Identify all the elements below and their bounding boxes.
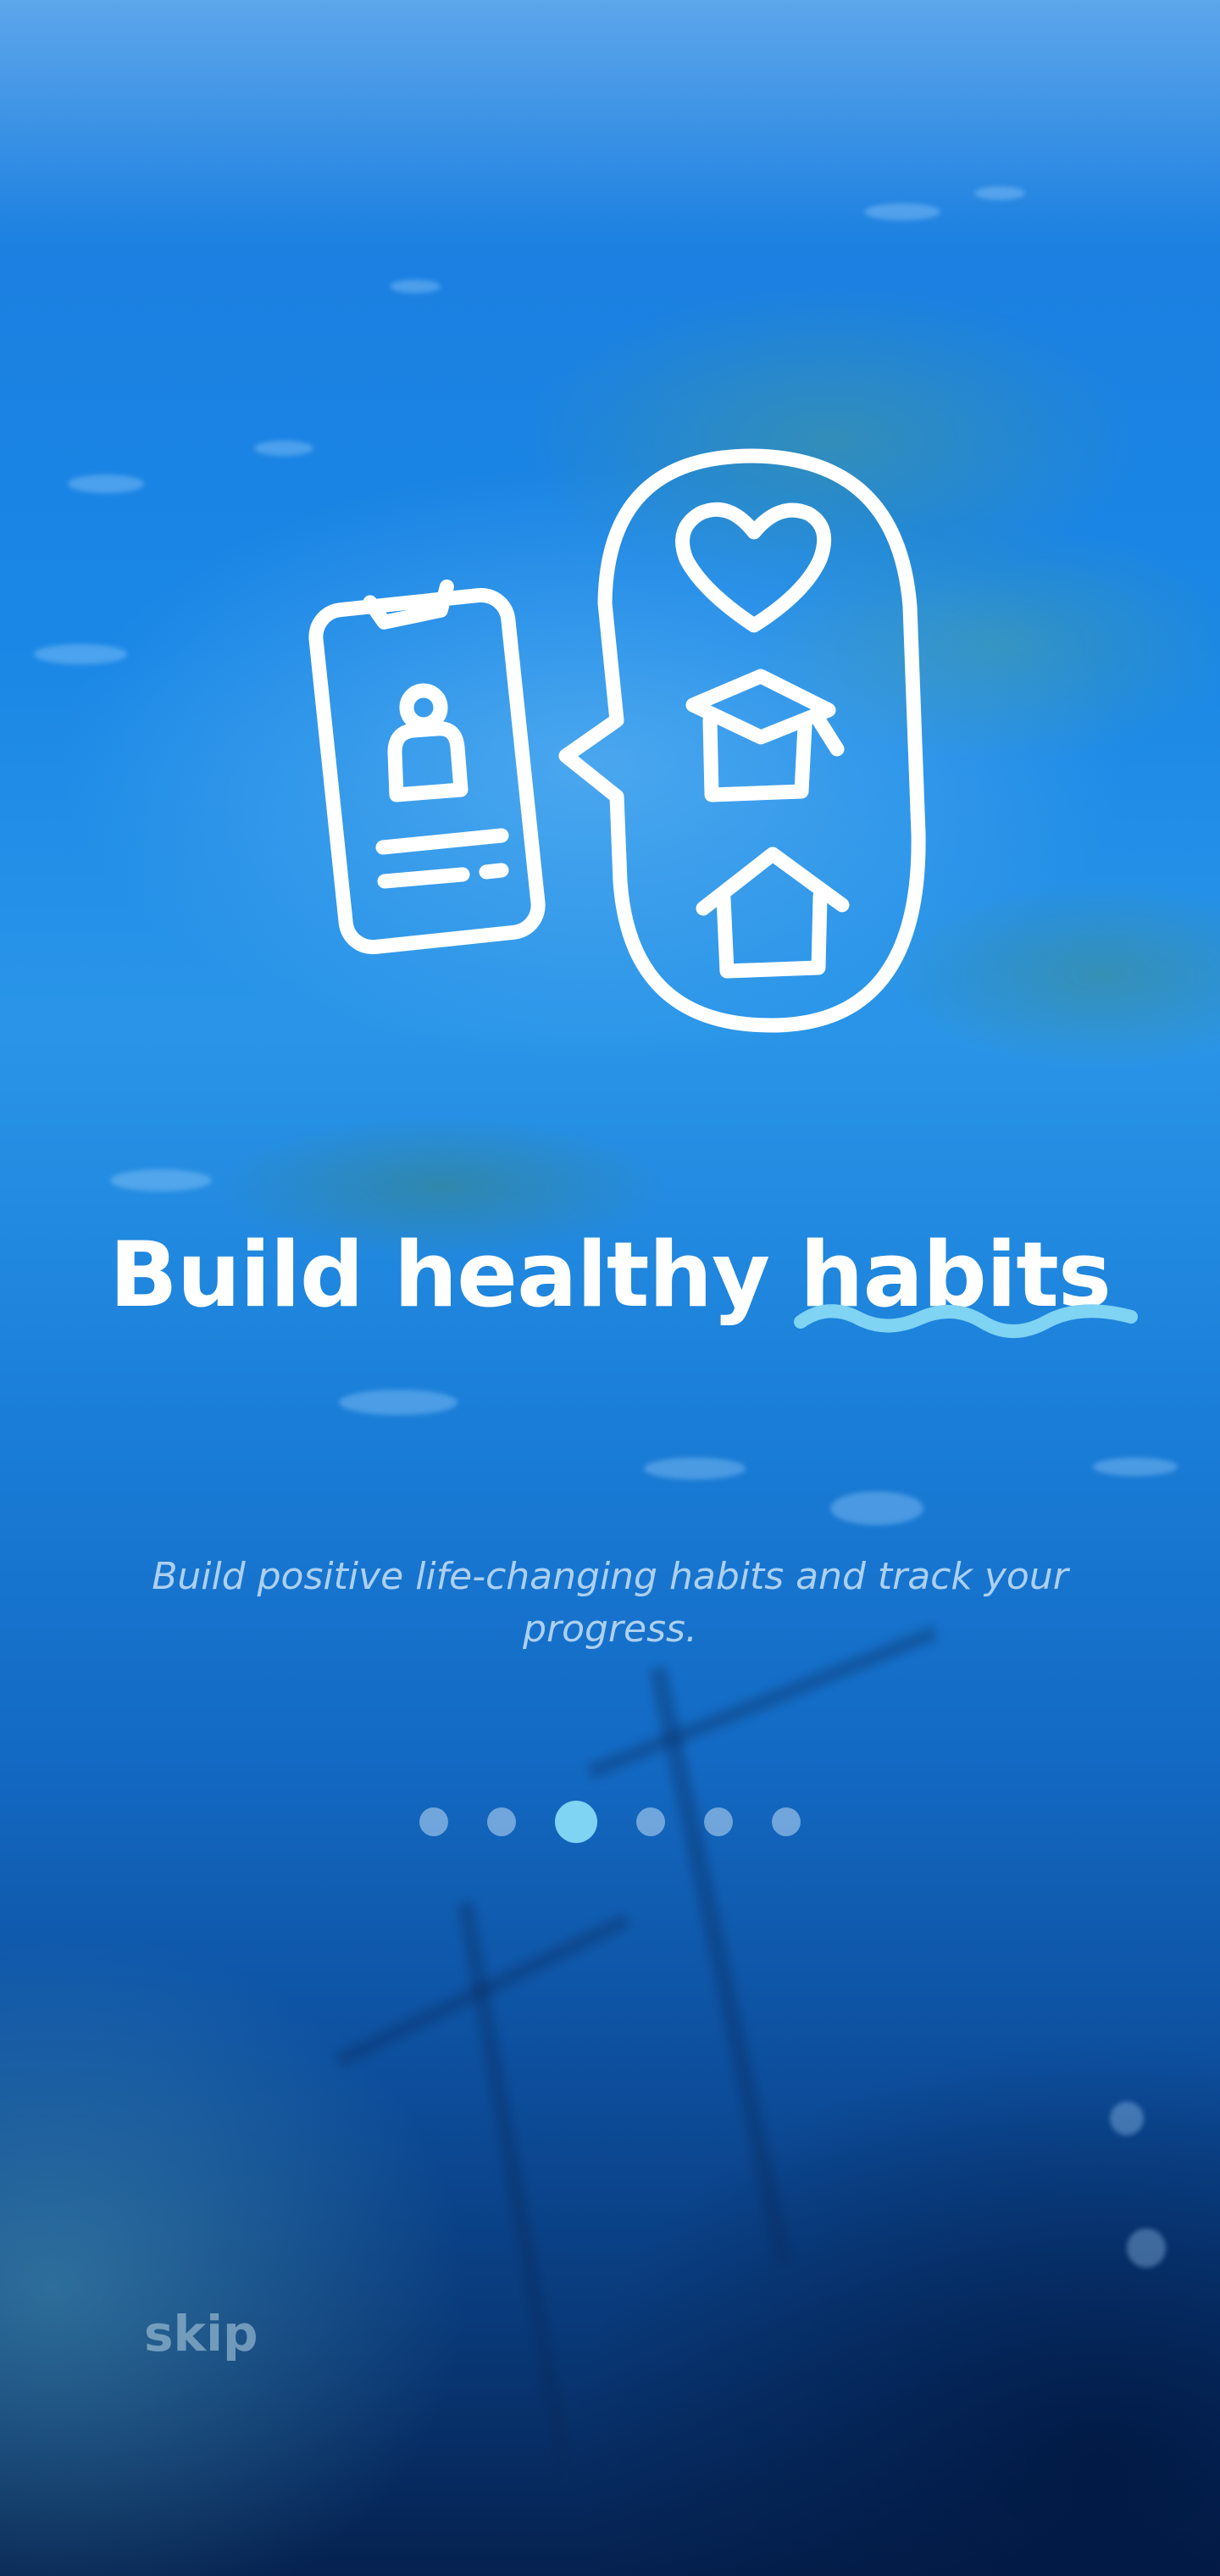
background-speck: [390, 280, 441, 293]
background-speck: [339, 1390, 458, 1415]
background-speck: [974, 186, 1025, 200]
background-speck: [110, 1169, 212, 1191]
background-speck: [864, 203, 940, 220]
speech-bubble-icon: [558, 448, 926, 1033]
phone-profile-icon: [308, 579, 546, 955]
background-speck: [68, 475, 144, 493]
page-dot-2[interactable]: [487, 1807, 516, 1836]
page-indicator: [0, 1796, 1220, 1847]
background-mast: [648, 1665, 794, 2267]
skip-button[interactable]: skip: [144, 2305, 258, 2362]
background-speck: [1093, 1457, 1178, 1476]
onboarding-screen: Build healthy habits Build positive life…: [0, 0, 1220, 2576]
background-speck: [1127, 2229, 1166, 2268]
background-light: [0, 0, 1220, 254]
background-speck: [644, 1457, 746, 1480]
page-dot-1[interactable]: [419, 1807, 448, 1836]
heart-icon: [675, 502, 832, 633]
habits-illustration-svg: [308, 448, 926, 1033]
background-speck: [1110, 2101, 1144, 2135]
page-dot-3-active[interactable]: [555, 1801, 597, 1843]
house-icon: [696, 847, 850, 979]
background-speck: [830, 1491, 923, 1525]
page-subtitle: Build positive life-changing habits and …: [152, 1555, 1068, 1651]
squiggle-underline: [794, 1304, 1138, 1338]
page-dot-6[interactable]: [772, 1807, 801, 1836]
habits-illustration: [305, 441, 932, 1042]
graduation-cap-icon: [685, 669, 845, 802]
page-dot-4[interactable]: [636, 1807, 665, 1836]
background-speck: [34, 644, 127, 664]
page-dot-5[interactable]: [704, 1807, 733, 1836]
